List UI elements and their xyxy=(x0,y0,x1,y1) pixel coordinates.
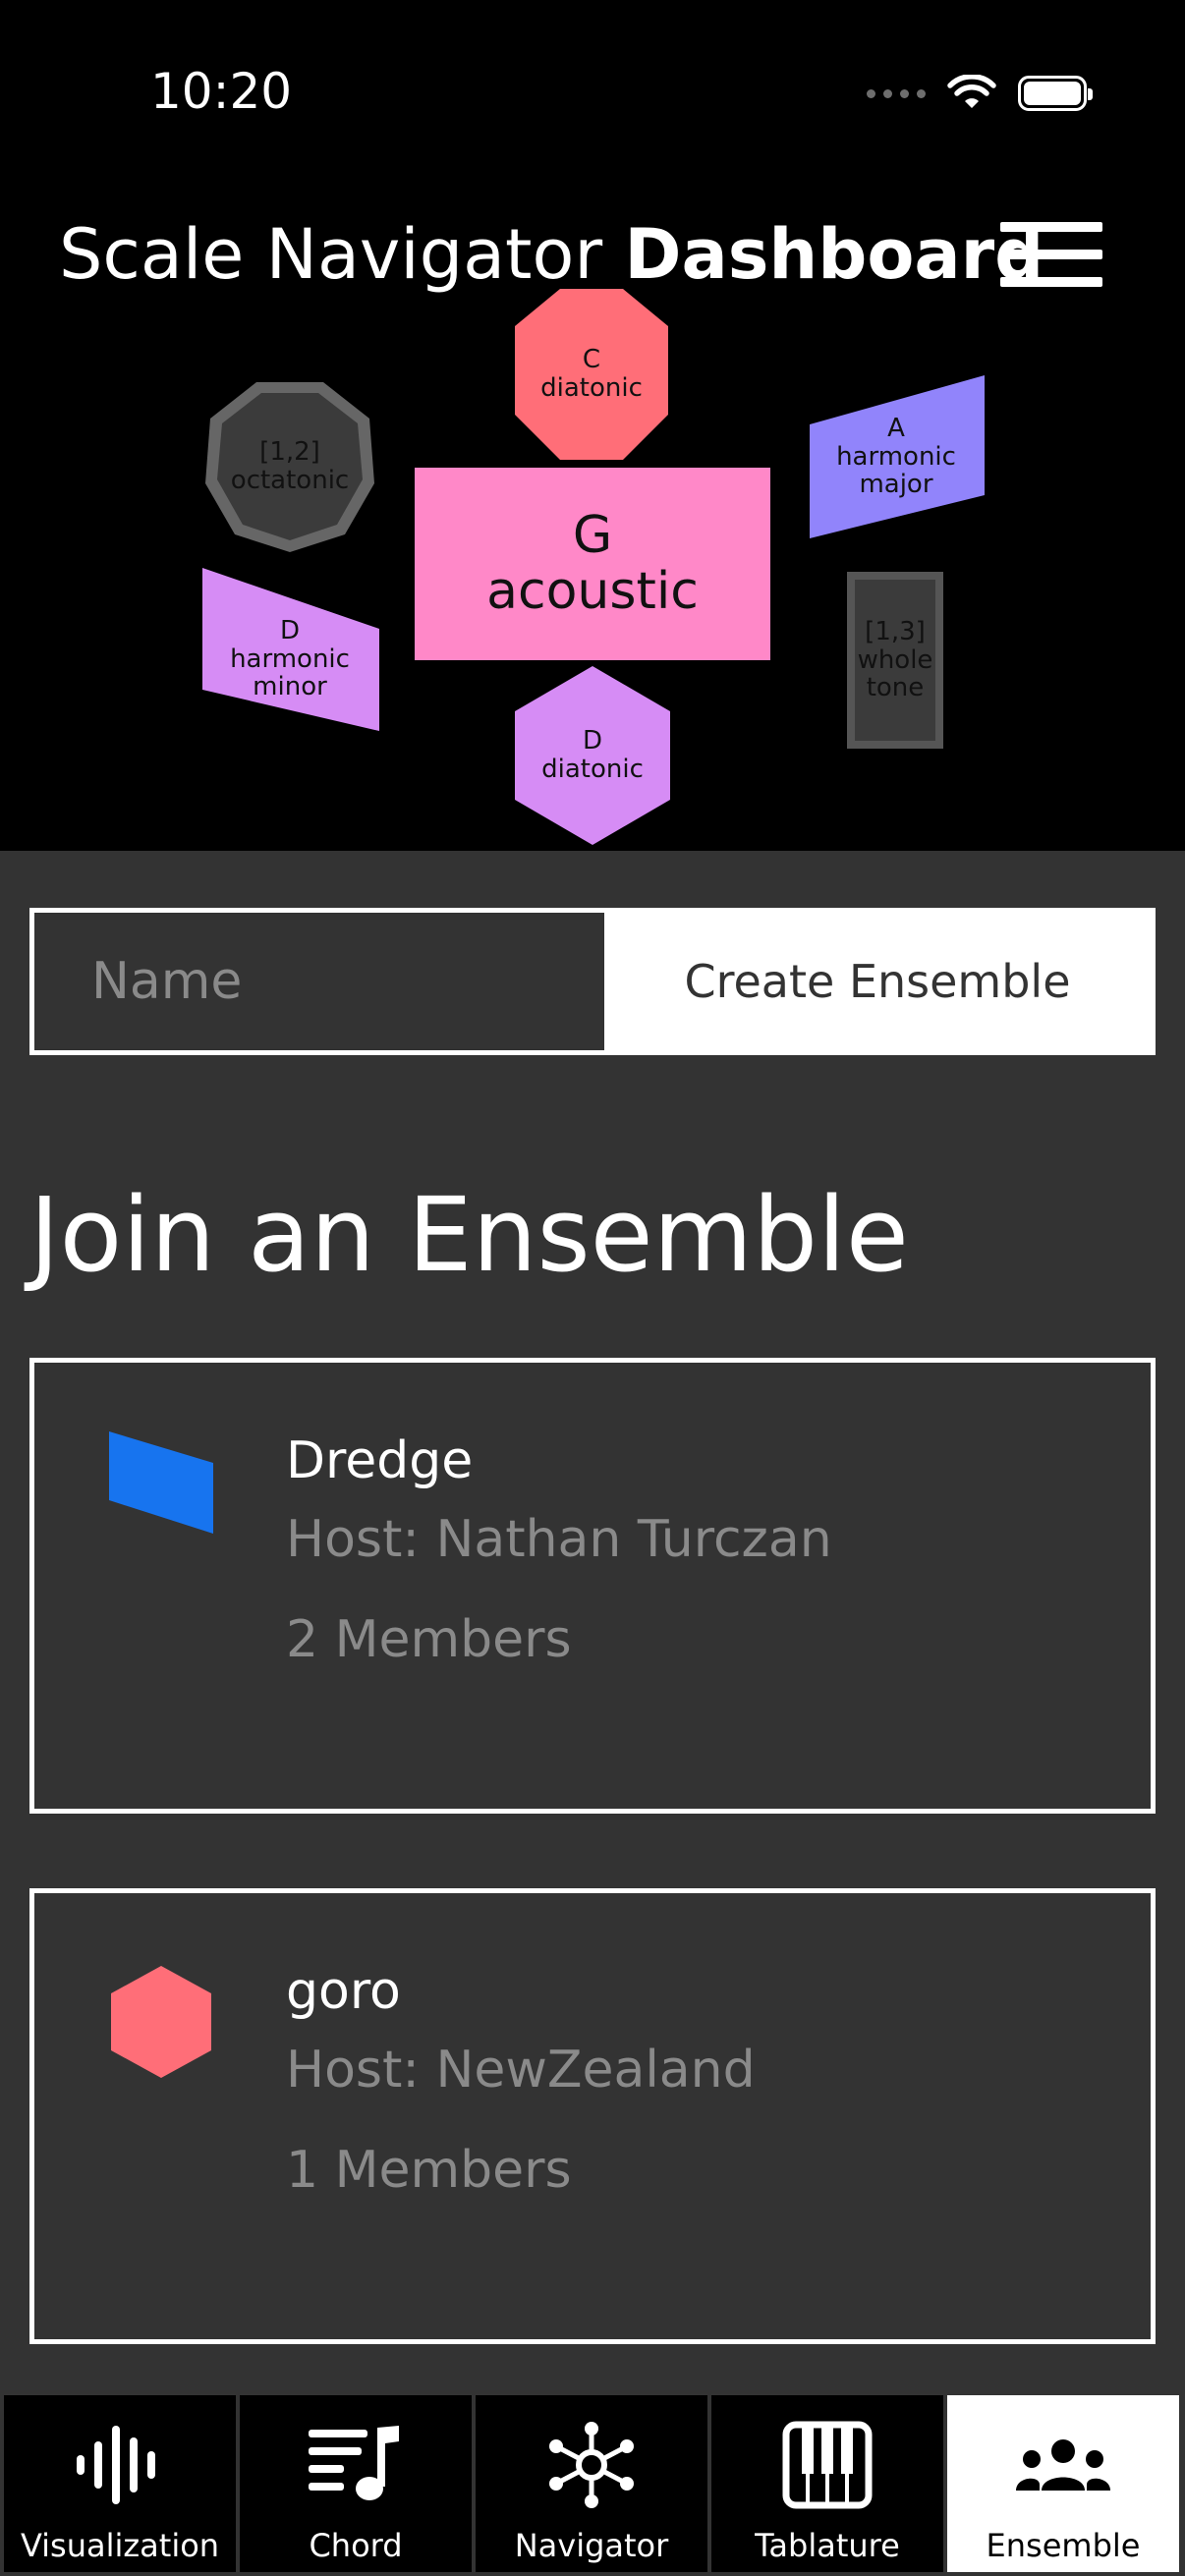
tab-bar: Visualization Chord Navigator Tablature … xyxy=(0,2391,1185,2576)
tab-label: Chord xyxy=(309,2527,403,2564)
ensemble-name: Dredge xyxy=(286,1431,474,1490)
waveform-icon xyxy=(77,2426,155,2504)
scale-g-acoustic[interactable]: G acoustic xyxy=(415,468,770,660)
scale-c-diatonic-label: C diatonic xyxy=(540,345,643,403)
ensemble-name-input[interactable] xyxy=(34,913,604,1050)
scale-d-harmonic-minor[interactable]: D harmonic minor xyxy=(200,568,379,731)
tab-label: Visualization xyxy=(20,2527,220,2564)
scale-d-diatonic[interactable]: D diatonic xyxy=(513,664,672,847)
scale-c-diatonic[interactable]: C diatonic xyxy=(513,287,670,462)
join-section-title: Join an Ensemble xyxy=(29,1175,909,1295)
music-note-list-icon xyxy=(309,2426,399,2500)
page-title: Scale Navigator Dashboard xyxy=(59,214,1044,295)
scale-octatonic-label: [1,2] octatonic xyxy=(230,437,350,495)
ensemble-host: Host: Nathan Turczan xyxy=(286,1510,832,1569)
scale-a-harmonic-major-label: A harmonic major xyxy=(836,414,956,500)
create-ensemble-form: Create Ensemble xyxy=(29,908,1156,1055)
ensemble-host: Host: NewZealand xyxy=(286,2041,756,2100)
group-icon xyxy=(1016,2439,1110,2491)
status-icons xyxy=(867,75,1093,112)
tab-chord[interactable]: Chord xyxy=(240,2395,472,2572)
ensemble-card-goro[interactable]: goro Host: NewZealand 1 Members xyxy=(29,1888,1156,2344)
scale-whole-tone-label: [1,3] whole tone xyxy=(857,617,933,703)
tab-label: Ensemble xyxy=(986,2527,1141,2564)
network-icon xyxy=(549,2422,634,2508)
tab-label: Navigator xyxy=(514,2527,669,2564)
hamburger-menu-icon[interactable] xyxy=(1000,222,1102,287)
wifi-icon xyxy=(947,75,996,108)
scale-d-diatonic-label: D diatonic xyxy=(541,726,644,784)
tab-navigator[interactable]: Navigator xyxy=(476,2395,707,2572)
ensemble-members: 1 Members xyxy=(286,2141,572,2200)
scale-d-harmonic-minor-label: D harmonic minor xyxy=(230,616,350,702)
tab-ensemble[interactable]: Ensemble xyxy=(947,2395,1179,2572)
tab-visualization[interactable]: Visualization xyxy=(4,2395,236,2572)
scale-whole-tone[interactable]: [1,3] whole tone xyxy=(847,572,943,749)
parallelogram-icon xyxy=(109,1431,213,1534)
title-bold: Dashboard xyxy=(624,214,1044,295)
create-ensemble-button[interactable]: Create Ensemble xyxy=(604,913,1151,1050)
battery-icon xyxy=(1018,76,1093,111)
scale-g-acoustic-label: G acoustic xyxy=(486,505,699,621)
tab-tablature[interactable]: Tablature xyxy=(711,2395,943,2572)
scale-octatonic[interactable]: [1,2] octatonic xyxy=(202,379,377,554)
piano-keys-icon xyxy=(782,2421,873,2509)
status-time: 10:20 xyxy=(150,63,293,120)
title-regular: Scale Navigator xyxy=(59,214,603,295)
tab-label: Tablature xyxy=(755,2527,900,2564)
ensemble-card-dredge[interactable]: Dredge Host: Nathan Turczan 2 Members xyxy=(29,1358,1156,1814)
header-area: 10:20 Scale Navigator Dashboard C diaton… xyxy=(0,0,1185,851)
scale-a-harmonic-major[interactable]: A harmonic major xyxy=(806,375,987,538)
cellular-signal-icon xyxy=(867,88,926,98)
ensemble-name: goro xyxy=(286,1962,401,2021)
hexagon-icon xyxy=(111,1966,211,2078)
ensemble-members: 2 Members xyxy=(286,1610,572,1669)
